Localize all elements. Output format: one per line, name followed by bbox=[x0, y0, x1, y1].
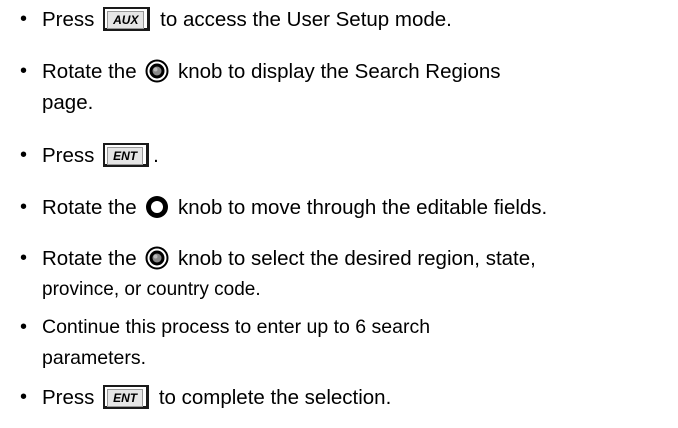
aux-key-label: AUX bbox=[107, 10, 145, 29]
step-5-text-line2: province, or country code. bbox=[42, 279, 261, 300]
step-2-text-after: knob to display the Search Regions bbox=[178, 60, 501, 83]
step-5-text-after: knob to select the desired region, state… bbox=[178, 247, 536, 270]
step-2-text-line2: page. bbox=[42, 91, 94, 114]
instruction-page: • Press AUX to access the User Setup mod… bbox=[0, 0, 678, 428]
bullet: • bbox=[20, 144, 28, 166]
step-4-text-before: Rotate the bbox=[42, 196, 137, 219]
bullet: • bbox=[20, 196, 28, 218]
inner-knob-icon bbox=[145, 246, 169, 270]
bullet: • bbox=[20, 8, 28, 30]
bullet: • bbox=[20, 316, 28, 338]
inner-knob-icon bbox=[145, 59, 169, 83]
step-6-text-line1: Continue this process to enter up to 6 s… bbox=[42, 316, 431, 338]
step-3-text-after: . bbox=[153, 144, 159, 167]
step-6-text-line2: parameters. bbox=[42, 347, 147, 369]
bullet: • bbox=[20, 386, 28, 408]
ent-key-label: ENT bbox=[107, 146, 144, 165]
ent-key-icon: ENT bbox=[103, 142, 150, 167]
step-7-text-before: Press bbox=[42, 386, 95, 409]
step-3-text-before: Press bbox=[42, 144, 95, 167]
bullet: • bbox=[20, 247, 28, 269]
step-1-text-before: Press bbox=[42, 8, 95, 31]
step-7-text-after: to complete the selection. bbox=[158, 386, 392, 409]
step-4-text-after: knob to move through the editable fields… bbox=[178, 196, 548, 219]
outer-knob-icon bbox=[146, 195, 169, 218]
aux-key-icon: AUX bbox=[103, 6, 151, 31]
ent-key-icon: ENT bbox=[103, 384, 150, 409]
ent-key-label: ENT bbox=[107, 388, 144, 407]
bullet: • bbox=[20, 60, 28, 82]
step-5-text-before: Rotate the bbox=[42, 247, 137, 270]
step-2-text-before: Rotate the bbox=[42, 60, 137, 83]
step-1-text-after: to access the User Setup mode. bbox=[160, 8, 452, 31]
